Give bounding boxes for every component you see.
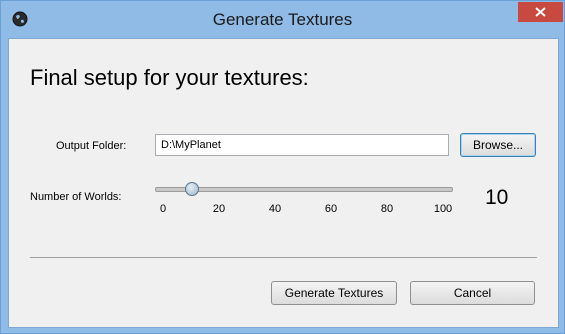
- slider-tick-label: 80: [380, 203, 394, 215]
- dialog-content: Final setup for your textures: Output Fo…: [8, 38, 559, 328]
- output-folder-label: Output Folder:: [56, 140, 127, 152]
- cancel-button[interactable]: Cancel: [410, 281, 535, 305]
- slider-tick-label: 40: [268, 203, 282, 215]
- number-of-worlds-slider[interactable]: 0 20 40 60 80 100: [155, 179, 455, 219]
- browse-button[interactable]: Browse...: [460, 133, 536, 157]
- close-icon: [535, 7, 546, 17]
- number-of-worlds-label: Number of Worlds:: [30, 191, 122, 203]
- close-button[interactable]: [518, 2, 563, 22]
- slider-tick-label: 20: [212, 203, 226, 215]
- slider-track[interactable]: [155, 187, 453, 192]
- title-bar[interactable]: Generate Textures: [1, 1, 564, 38]
- generate-textures-button[interactable]: Generate Textures: [271, 281, 397, 305]
- output-folder-field[interactable]: [155, 134, 449, 156]
- worlds-value: 10: [485, 186, 509, 209]
- slider-tick-label: 100: [433, 203, 453, 215]
- slider-tick-label: 0: [159, 203, 167, 215]
- window-title: Generate Textures: [212, 10, 353, 29]
- slider-tick-label: 60: [324, 203, 338, 215]
- dialog-window: Generate Textures Final setup for your t…: [0, 0, 565, 334]
- divider: [30, 257, 537, 258]
- slider-thumb[interactable]: [185, 182, 199, 196]
- page-title: Final setup for your textures:: [30, 65, 309, 90]
